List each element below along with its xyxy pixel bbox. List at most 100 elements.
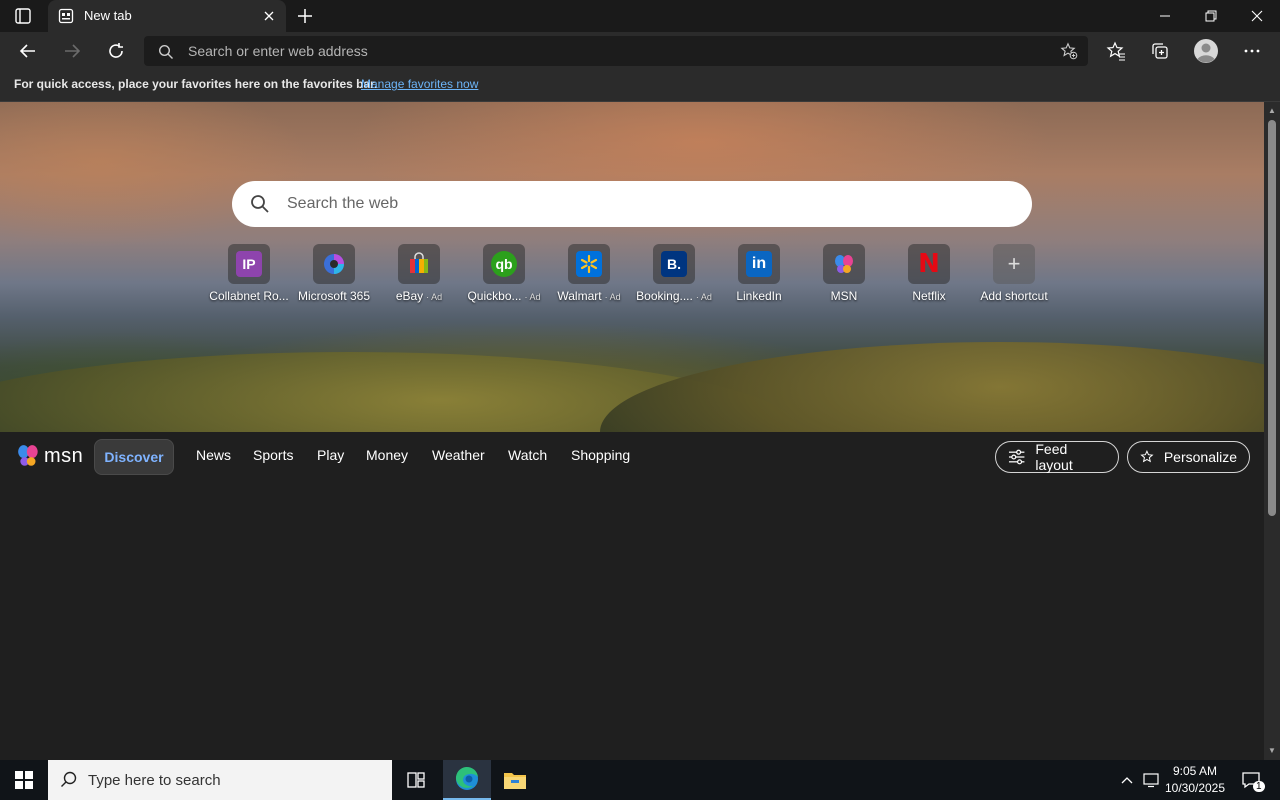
tab-actions-icon[interactable]	[14, 7, 32, 25]
tab-watch[interactable]: Watch	[508, 447, 547, 463]
ad-badge: · Ad	[604, 292, 621, 302]
search-icon	[250, 194, 270, 219]
shortcut-label: Add shortcut	[980, 289, 1048, 303]
network-button[interactable]	[1140, 760, 1162, 800]
ad-badge: · Ad	[524, 292, 541, 302]
tab-sports[interactable]: Sports	[253, 447, 293, 463]
ad-badge: · Ad	[695, 292, 712, 302]
taskbar-search-box[interactable]: Type here to search	[48, 760, 392, 800]
notification-count-badge: 1	[1253, 781, 1265, 792]
star-pencil-icon	[1140, 450, 1154, 463]
shortcut-quickbooks[interactable]: qb Quickbo... · Ad	[461, 244, 547, 306]
navigation-toolbar	[0, 32, 1280, 70]
page-scrollbar[interactable]: ▲ ▼	[1264, 102, 1280, 760]
manage-favorites-link[interactable]: Manage favorites now	[361, 77, 478, 91]
minimize-button[interactable]	[1142, 0, 1188, 32]
shortcut-ebay[interactable]: eBay · Ad	[376, 244, 462, 306]
web-search-box[interactable]	[232, 181, 1032, 227]
close-window-button[interactable]	[1234, 0, 1280, 32]
background-image: IP Collabnet Ro... Microsoft 365 eBay· A…	[0, 102, 1264, 432]
chevron-up-icon	[1121, 777, 1133, 784]
tab-discover[interactable]: Discover	[94, 439, 174, 475]
tab-play[interactable]: Play	[317, 447, 344, 463]
microsoft365-icon	[321, 251, 347, 277]
personalize-label: Personalize	[1163, 449, 1237, 465]
search-icon	[158, 44, 174, 65]
title-bar: New tab	[0, 0, 1280, 32]
task-view-button[interactable]	[392, 760, 440, 800]
shortcut-label: Booking....	[636, 289, 693, 303]
linkedin-icon: in	[746, 251, 772, 277]
windows-logo-icon	[15, 771, 33, 789]
shortcut-netflix[interactable]: N Netflix	[886, 244, 972, 306]
folder-icon	[504, 773, 526, 789]
collabnet-icon: IP	[236, 251, 262, 277]
taskbar-edge-button[interactable]	[443, 760, 491, 800]
clock-time: 9:05 AM	[1172, 764, 1218, 778]
scroll-up-icon[interactable]: ▲	[1268, 106, 1276, 115]
shortcut-label: Walmart	[557, 289, 602, 303]
msn-logo[interactable]: msn	[16, 442, 83, 470]
add-favorite-icon[interactable]	[1060, 42, 1078, 65]
shortcut-microsoft-365[interactable]: Microsoft 365	[291, 244, 377, 306]
shortcut-msn[interactable]: MSN	[801, 244, 887, 306]
network-icon	[1143, 773, 1159, 788]
favorites-icon[interactable]	[1105, 40, 1127, 62]
shortcut-label: eBay	[395, 289, 424, 303]
tab-money[interactable]: Money	[366, 447, 408, 463]
shortcut-linkedin[interactable]: in LinkedIn	[716, 244, 802, 306]
shortcut-label: Microsoft 365	[297, 289, 371, 303]
new-tab-button[interactable]	[296, 7, 314, 25]
shortcut-label: Netflix	[912, 289, 946, 303]
newtab-page-icon	[58, 8, 74, 24]
notifications-button[interactable]: 1	[1236, 760, 1266, 800]
plus-icon: +	[1007, 251, 1021, 276]
close-tab-icon[interactable]	[262, 9, 276, 23]
shortcut-label: Collabnet Ro...	[209, 289, 289, 303]
msn-butterfly-icon	[18, 445, 38, 466]
tab-shopping[interactable]: Shopping	[571, 447, 630, 463]
scroll-down-icon[interactable]: ▼	[1268, 746, 1276, 755]
feed-layout-label: Feed layout	[1035, 441, 1073, 473]
feed-layout-button[interactable]: Feed layout	[995, 441, 1119, 473]
ebay-bag-icon	[406, 251, 432, 277]
quickbooks-icon: qb	[491, 251, 517, 277]
collections-icon[interactable]	[1149, 40, 1171, 62]
taskbar-clock[interactable]: 9:05 AM 10/30/2025	[1160, 763, 1230, 797]
sliders-icon	[1008, 449, 1025, 465]
personalize-button[interactable]: Personalize	[1127, 441, 1250, 473]
address-input[interactable]	[188, 36, 1048, 66]
add-shortcut-button[interactable]: + Add shortcut	[971, 244, 1057, 306]
taskbar-file-explorer-button[interactable]	[491, 760, 539, 800]
refresh-button[interactable]	[105, 40, 127, 62]
walmart-icon	[576, 251, 602, 277]
show-hidden-icons-button[interactable]	[1117, 760, 1137, 800]
scrollbar-thumb[interactable]	[1268, 120, 1276, 516]
start-button[interactable]	[0, 760, 48, 800]
more-options-icon[interactable]	[1241, 40, 1263, 62]
search-icon	[60, 771, 78, 794]
forward-button[interactable]	[61, 40, 83, 62]
shortcut-label: MSN	[830, 289, 858, 303]
hill-shape	[600, 342, 1264, 432]
quick-links: IP Collabnet Ro... Microsoft 365 eBay · A…	[206, 244, 1056, 306]
tab-title: New tab	[84, 8, 132, 23]
edge-icon	[455, 766, 478, 790]
shortcut-booking[interactable]: B. Booking.... · Ad	[631, 244, 717, 306]
tab-weather[interactable]: Weather	[432, 447, 485, 463]
restore-button[interactable]	[1188, 0, 1234, 32]
back-button[interactable]	[17, 40, 39, 62]
msn-butterfly-icon	[831, 251, 857, 277]
shortcut-walmart[interactable]: Walmart · Ad	[546, 244, 632, 306]
web-search-input[interactable]	[287, 181, 1007, 227]
shortcut-collabnet[interactable]: IP Collabnet Ro...	[206, 244, 292, 306]
address-bar[interactable]	[144, 36, 1088, 66]
booking-icon: B.	[661, 251, 687, 277]
clock-date: 10/30/2025	[1164, 781, 1226, 795]
tab-new-tab[interactable]: New tab	[48, 0, 286, 32]
tab-news[interactable]: News	[196, 447, 231, 463]
favorites-bar: For quick access, place your favorites h…	[0, 70, 1280, 102]
profile-avatar[interactable]	[1193, 38, 1219, 64]
shortcut-label: LinkedIn	[736, 289, 782, 303]
windows-taskbar: Type here to search 9:05 AM 10/30/2025 1	[0, 760, 1280, 800]
